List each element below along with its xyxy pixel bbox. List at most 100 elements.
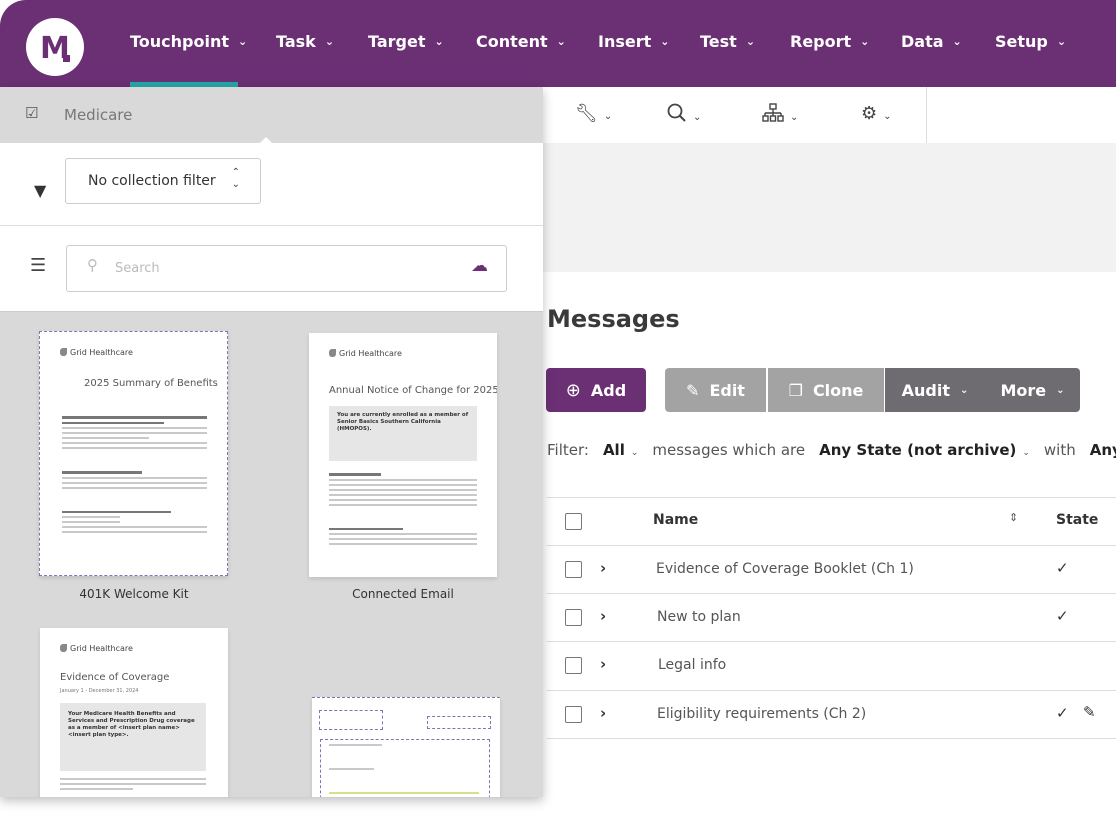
- row-checkbox[interactable]: [565, 561, 582, 578]
- document-thumbnail[interactable]: [312, 697, 500, 797]
- sort-icon[interactable]: ⇕: [1009, 511, 1018, 524]
- search-menu[interactable]: ⌄: [667, 103, 701, 125]
- chevron-down-icon: ⌄: [603, 111, 613, 122]
- chevron-down-icon: ⌄: [434, 35, 444, 48]
- doc-label: Connected Email: [352, 587, 454, 601]
- nav-task[interactable]: Task ⌄: [276, 32, 334, 51]
- document-thumbnail[interactable]: Grid Healthcare Evidence of Coverage Jan…: [40, 628, 228, 797]
- divider: [547, 593, 1116, 594]
- pencil-icon[interactable]: ✎: [1083, 703, 1096, 721]
- row-name[interactable]: Evidence of Coverage Booklet (Ch 1): [656, 561, 914, 577]
- audit-button[interactable]: Audit ⌄: [885, 368, 985, 412]
- chevron-down-icon: ⌄: [745, 35, 756, 48]
- row-name[interactable]: Eligibility requirements (Ch 2): [657, 706, 866, 722]
- chevron-down-icon: ⌄: [952, 35, 962, 48]
- chevron-right-icon[interactable]: ›: [600, 559, 606, 577]
- filter-icon: ▼: [34, 181, 47, 200]
- list-icon: ☰: [30, 255, 47, 276]
- nav-label: Test: [700, 32, 737, 51]
- panel-filters: ▼ No collection filter ⌃ ⌄ ☰ ⚲ Search ☁︎: [0, 143, 543, 312]
- row-name[interactable]: New to plan: [657, 609, 741, 625]
- placeholder-region: [319, 710, 383, 730]
- touchpoint-panel: ☑ Medicare ▼ No collection filter ⌃ ⌄ ☰ ⚲ …: [0, 87, 543, 797]
- hierarchy-menu[interactable]: ⌄: [762, 103, 798, 125]
- search-placeholder: Search: [115, 261, 160, 276]
- doc-callout: You are currently enrolled as a member o…: [329, 406, 477, 461]
- updown-icon: ⌃ ⌄: [231, 167, 240, 190]
- add-button[interactable]: ⊕ Add: [546, 368, 646, 412]
- doc-brand: Grid Healthcare: [60, 348, 133, 357]
- nav-label: Setup: [995, 32, 1048, 51]
- nav-content[interactable]: Content ⌄: [476, 32, 566, 51]
- gear-icon: ⚙: [861, 103, 878, 124]
- doc-brand: Grid Healthcare: [60, 644, 133, 653]
- chevron-down-icon: ⌄: [324, 35, 335, 48]
- nav-test[interactable]: Test ⌄: [700, 32, 755, 51]
- chevron-right-icon[interactable]: ›: [600, 607, 606, 625]
- settings-menu[interactable]: ⚙ ⌄: [861, 103, 892, 124]
- search-icon: ⚲: [87, 256, 98, 274]
- chevron-down-icon: ⌄: [693, 112, 702, 123]
- nav-label: Touchpoint: [130, 32, 230, 51]
- document-thumbnail[interactable]: Grid Healthcare 2025 Summary of Benefits: [39, 331, 228, 576]
- document-thumbnail[interactable]: Grid Healthcare Annual Notice of Change …: [309, 333, 497, 577]
- filter-scope-select[interactable]: All: [603, 441, 625, 459]
- doc-title: Evidence of Coverage: [60, 672, 170, 683]
- nav-insert[interactable]: Insert ⌄: [598, 32, 669, 51]
- row-checkbox[interactable]: [565, 609, 582, 626]
- copy-icon: ❐: [788, 380, 803, 400]
- nav-setup[interactable]: Setup ⌄: [995, 32, 1066, 51]
- nav-label: Target: [368, 32, 426, 51]
- doc-body: [329, 473, 477, 548]
- column-header-name[interactable]: Name: [653, 512, 698, 528]
- edit-icon: ✎: [686, 380, 700, 400]
- panel-header: ☑ Medicare: [0, 87, 543, 143]
- clone-button[interactable]: ❐ Clone: [768, 368, 884, 412]
- tools-menu[interactable]: 🔧︎ ⌄: [575, 103, 612, 124]
- divider: [547, 545, 1116, 546]
- nav-label: Report: [790, 32, 852, 51]
- divider: [547, 738, 1116, 739]
- placeholder-region: [320, 739, 490, 797]
- divider: [0, 225, 543, 226]
- edit-button[interactable]: ✎ Edit: [665, 368, 766, 412]
- toolbar: 🔧︎ ⌄ ⌄ ⌄ ⚙ ⌄: [545, 87, 927, 143]
- row-checkbox[interactable]: [565, 706, 582, 723]
- doc-label: 401K Welcome Kit: [79, 587, 189, 601]
- sitemap-icon: [762, 103, 784, 122]
- cloud-icon[interactable]: ☁︎: [471, 256, 488, 276]
- search-input[interactable]: ⚲ Search ☁︎: [66, 245, 507, 292]
- top-navigation: M Touchpoint ⌄ Task ⌄ Target ⌄ Content ⌄ Ins…: [0, 0, 1116, 87]
- select-all-checkbox[interactable]: [565, 513, 582, 530]
- doc-callout: Your Medicare Health Benefits and Servic…: [60, 703, 206, 771]
- filter-any-select[interactable]: Any: [1090, 441, 1116, 459]
- doc-title: Annual Notice of Change for 2025: [329, 385, 497, 396]
- chevron-down-icon: ⌄: [860, 35, 870, 48]
- more-button[interactable]: More ⌄: [985, 368, 1080, 412]
- audit-label: Audit: [901, 380, 950, 400]
- chevron-down-icon: ⌄: [556, 35, 566, 48]
- nav-report[interactable]: Report ⌄: [790, 32, 869, 51]
- app-logo[interactable]: M: [26, 18, 84, 76]
- edit-label: Edit: [709, 380, 745, 400]
- nav-target[interactable]: Target ⌄: [368, 32, 444, 51]
- filter-text: messages which are: [652, 441, 806, 459]
- calendar-check-icon: ☑: [25, 104, 39, 122]
- filter-state-select[interactable]: Any State (not archive): [819, 441, 1016, 459]
- chevron-right-icon[interactable]: ›: [600, 704, 606, 722]
- filter-label: Filter:: [547, 441, 589, 459]
- chevron-right-icon[interactable]: ›: [600, 655, 606, 673]
- chevron-down-icon: ⌄: [660, 35, 670, 48]
- row-name[interactable]: Legal info: [658, 657, 726, 673]
- doc-brand: Grid Healthcare: [329, 349, 402, 358]
- nav-touchpoint[interactable]: Touchpoint ⌄: [130, 32, 247, 51]
- chevron-down-icon: ⌄: [1022, 448, 1030, 458]
- more-label: More: [1000, 380, 1047, 400]
- select-value: No collection filter: [88, 173, 216, 189]
- nav-data[interactable]: Data ⌄: [901, 32, 962, 51]
- column-header-state[interactable]: State: [1056, 512, 1098, 528]
- collection-filter-select[interactable]: No collection filter ⌃ ⌄: [65, 158, 261, 204]
- nav-label: Content: [476, 32, 548, 51]
- doc-body: [62, 416, 207, 536]
- row-checkbox[interactable]: [565, 657, 582, 674]
